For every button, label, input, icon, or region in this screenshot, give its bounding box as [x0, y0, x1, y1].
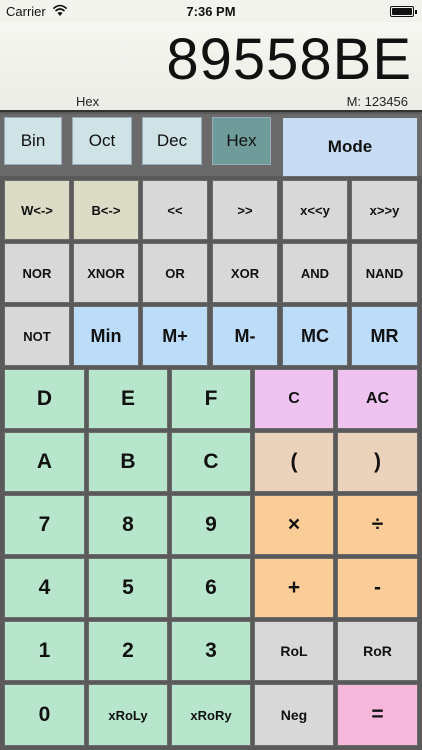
bin-button[interactable]: Bin [4, 117, 62, 165]
digit-0-button[interactable]: 0 [4, 684, 85, 746]
nand-button[interactable]: NAND [351, 243, 418, 303]
digit-e-button[interactable]: E [88, 369, 168, 429]
memory-clear-button[interactable]: MC [282, 306, 348, 366]
digit-6-button[interactable]: 6 [171, 558, 251, 618]
digit-b-button[interactable]: B [88, 432, 168, 492]
shift-left-button[interactable]: << [142, 180, 208, 240]
digit-8-button[interactable]: 8 [88, 495, 168, 555]
byte-swap-button[interactable]: B<-> [73, 180, 139, 240]
display-base-mode: Hex [76, 94, 100, 109]
digit-9-button[interactable]: 9 [171, 495, 251, 555]
xor-button[interactable]: XOR [212, 243, 278, 303]
digit-c-button[interactable]: C [171, 432, 251, 492]
digit-2-button[interactable]: 2 [88, 621, 168, 681]
equals-button[interactable]: = [337, 684, 418, 746]
subtract-button[interactable]: - [337, 558, 418, 618]
and-button[interactable]: AND [282, 243, 348, 303]
open-paren-button[interactable]: ( [254, 432, 334, 492]
digit-3-button[interactable]: 3 [171, 621, 251, 681]
digit-4-button[interactable]: 4 [4, 558, 85, 618]
dec-button[interactable]: Dec [142, 117, 202, 165]
shift-right-y-button[interactable]: x>>y [351, 180, 418, 240]
close-paren-button[interactable]: ) [337, 432, 418, 492]
memory-add-button[interactable]: M+ [142, 306, 208, 366]
status-time: 7:36 PM [186, 4, 236, 19]
display-memory: M: 123456 [346, 94, 408, 109]
shift-left-y-button[interactable]: x<<y [282, 180, 348, 240]
digit-7-button[interactable]: 7 [4, 495, 85, 555]
xnor-button[interactable]: XNOR [73, 243, 139, 303]
divide-button[interactable]: ÷ [337, 495, 418, 555]
memory-min-button[interactable]: Min [73, 306, 139, 366]
mode-button[interactable]: Mode [282, 117, 418, 177]
hex-button[interactable]: Hex [212, 117, 271, 165]
calculator-display: 89558BE Hex M: 123456 [0, 22, 422, 112]
rotate-right-y-button[interactable]: xRoRy [171, 684, 251, 746]
rotate-left-button[interactable]: RoL [254, 621, 334, 681]
not-button[interactable]: NOT [4, 306, 70, 366]
digit-f-button[interactable]: F [171, 369, 251, 429]
or-button[interactable]: OR [142, 243, 208, 303]
digit-1-button[interactable]: 1 [4, 621, 85, 681]
clear-button[interactable]: C [254, 369, 334, 429]
oct-button[interactable]: Oct [72, 117, 132, 165]
add-button[interactable]: + [254, 558, 334, 618]
shift-right-button[interactable]: >> [212, 180, 278, 240]
word-swap-button[interactable]: W<-> [4, 180, 70, 240]
digit-5-button[interactable]: 5 [88, 558, 168, 618]
memory-recall-button[interactable]: MR [351, 306, 418, 366]
memory-subtract-button[interactable]: M- [212, 306, 278, 366]
digit-a-button[interactable]: A [4, 432, 85, 492]
status-bar: Carrier 7:36 PM [0, 0, 422, 22]
display-value: 89558BE [166, 27, 412, 92]
battery-icon [390, 6, 417, 17]
multiply-button[interactable]: × [254, 495, 334, 555]
negate-button[interactable]: Neg [254, 684, 334, 746]
rotate-left-y-button[interactable]: xRoLy [88, 684, 168, 746]
all-clear-button[interactable]: AC [337, 369, 418, 429]
nor-button[interactable]: NOR [4, 243, 70, 303]
rotate-right-button[interactable]: RoR [337, 621, 418, 681]
digit-d-button[interactable]: D [4, 369, 85, 429]
